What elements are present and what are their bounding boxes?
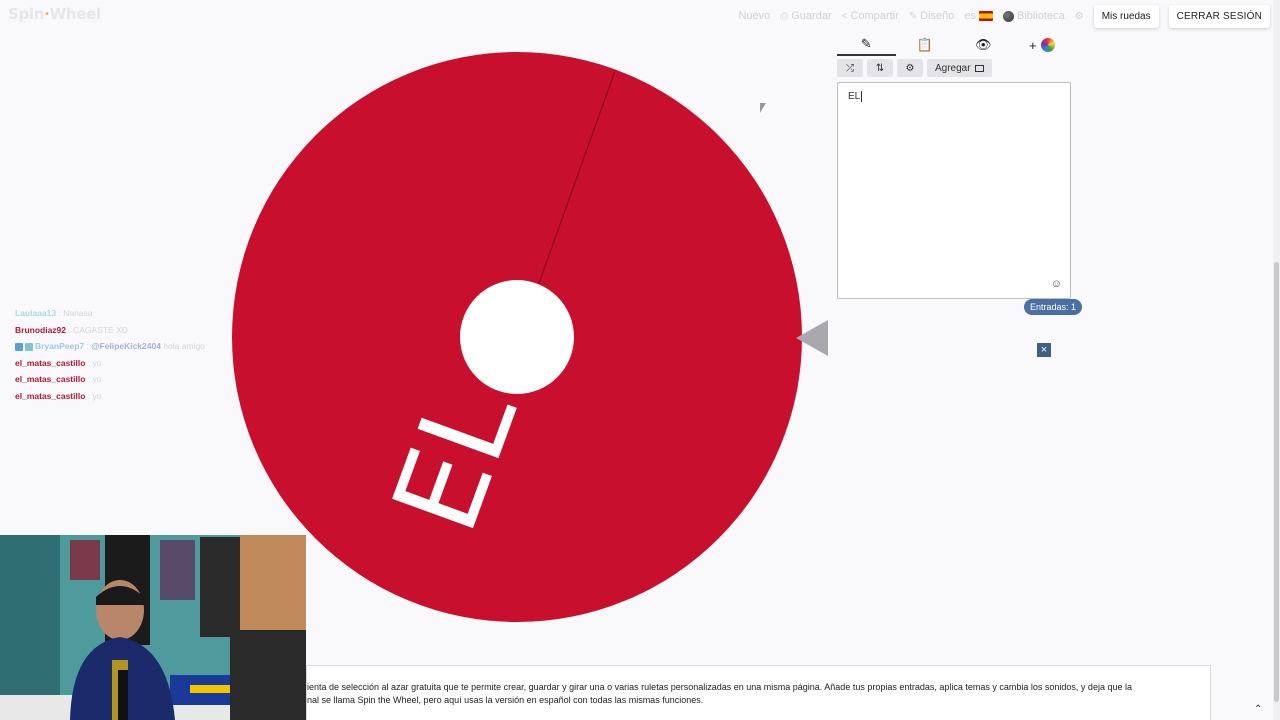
- agregar-button[interactable]: Agregar: [927, 59, 992, 77]
- webcam-scene: [0, 535, 306, 720]
- cerrar-sesion-button[interactable]: CERRAR SESIÓN: [1168, 4, 1270, 28]
- chat-sep: :: [85, 390, 93, 401]
- chat-line: BryanPeep7 : @FelipeKick2404 hola amigo: [15, 338, 205, 355]
- settings-button[interactable]: ⚙: [1075, 11, 1084, 22]
- description-text: ienta de selección al azar gratuita que …: [307, 681, 1187, 707]
- pencil-icon: ✎: [860, 36, 872, 51]
- chat-user: el_matas_castillo: [15, 390, 86, 401]
- eye-slash-icon: 👁: [974, 37, 992, 52]
- app-logo[interactable]: Spin·Wheel: [8, 5, 101, 23]
- panel-tabs: ✎ 📋 👁 +: [837, 34, 1071, 56]
- diseno-button[interactable]: ✎ Diseño: [909, 10, 955, 22]
- chat-badge-icon: [15, 342, 23, 351]
- chat-message: hola amigo: [160, 341, 205, 351]
- biblioteca-label: Biblioteca: [1017, 10, 1065, 22]
- emoji-icon[interactable]: ☺: [1051, 278, 1062, 290]
- chevron-up-icon[interactable]: ⌃: [1254, 704, 1262, 715]
- description-box: ienta de selección al azar gratuita que …: [306, 665, 1211, 720]
- wheel-center-hub[interactable]: [460, 280, 574, 394]
- entries-panel: ✎ 📋 👁 + ⤮ ⇅ ⚙ Agregar EL ☺: [837, 34, 1071, 299]
- description-line-1: ienta de selección al azar gratuita que …: [307, 682, 1132, 692]
- clipboard-icon: 📋: [916, 37, 933, 52]
- chat-user: el_matas_castillo: [15, 357, 86, 368]
- agregar-label: Agregar: [935, 62, 971, 74]
- chat-message: yo: [92, 374, 102, 384]
- page-scrollbar[interactable]: [1273, 0, 1280, 720]
- chat-line: el_matas_castillo : yo: [15, 371, 205, 388]
- share-icon: <: [841, 10, 848, 22]
- tab-hide[interactable]: 👁: [954, 34, 1013, 56]
- options-button[interactable]: ⚙: [897, 59, 923, 77]
- gear-icon: ⚙: [1074, 10, 1084, 22]
- spain-flag-icon: [979, 11, 994, 21]
- guardar-button[interactable]: ⎙ Guardar: [780, 10, 831, 22]
- nuevo-button[interactable]: Nuevo: [738, 10, 770, 22]
- tab-add-color[interactable]: +: [1013, 34, 1072, 56]
- sort-button[interactable]: ⇅: [867, 59, 893, 77]
- image-icon: [974, 64, 984, 72]
- stream-chat-overlay: Laulaaa13 : Nanasa Brunodiaz92 : CAGASTE…: [15, 305, 205, 404]
- mis-ruedas-button[interactable]: Mis ruedas: [1093, 4, 1159, 28]
- language-selector[interactable]: es: [964, 10, 994, 22]
- entries-textarea[interactable]: EL ☺: [837, 82, 1071, 299]
- chat-badge-icon: [25, 342, 33, 351]
- chat-sep: :: [85, 374, 93, 384]
- entries-count-badge: Entradas: 1: [1024, 299, 1083, 315]
- description-line-2: nal se llama Spin the Wheel, pero aquí u…: [307, 695, 704, 705]
- chat-sep: :: [85, 357, 93, 368]
- chat-line: Brunodiaz92 : CAGASTE XD: [15, 322, 205, 339]
- gear-icon: ⚙: [905, 62, 915, 74]
- scrollbar-thumb[interactable]: [1274, 262, 1279, 702]
- color-wheel-icon: [1040, 38, 1055, 52]
- compartir-button[interactable]: < Compartir: [842, 10, 899, 22]
- top-nav: Nuevo ⎙ Guardar < Compartir ✎ Diseño es …: [738, 0, 1280, 32]
- tab-entries[interactable]: ✎: [837, 34, 896, 56]
- entries-value: EL: [848, 91, 861, 103]
- chat-line: el_matas_castillo : yo: [15, 355, 205, 372]
- tab-results[interactable]: 📋: [896, 34, 955, 56]
- chat-line: Laulaaa13 : Nanasa: [15, 305, 205, 322]
- diseno-label: Diseño: [920, 10, 955, 22]
- chat-mention: @FelipeKick2404: [91, 341, 161, 351]
- wheel-pointer: [796, 320, 828, 356]
- text-caret: [861, 91, 863, 102]
- shuffle-button[interactable]: ⤮: [837, 59, 863, 77]
- logo-text-wheel: Wheel: [49, 5, 102, 23]
- plus-icon: +: [1028, 37, 1037, 53]
- sort-icon: ⇅: [875, 62, 885, 74]
- chat-message: yo: [92, 357, 102, 368]
- spin-wheel[interactable]: EL: [231, 51, 803, 623]
- entries-text: EL: [848, 91, 863, 103]
- chat-user: BryanPeep7: [35, 341, 85, 351]
- nuevo-label: Nuevo: [738, 10, 771, 22]
- biblioteca-button[interactable]: Biblioteca: [1003, 10, 1065, 22]
- chat-line: el_matas_castillo : yo: [15, 388, 205, 405]
- globe-icon: [1003, 10, 1015, 22]
- panel-toolbar: ⤮ ⇅ ⚙ Agregar: [837, 59, 1071, 77]
- guardar-label: Guardar: [791, 10, 832, 22]
- close-icon[interactable]: ×: [1037, 343, 1051, 357]
- shuffle-icon: ⤮: [846, 62, 854, 74]
- chat-user: Laulaaa13: [15, 308, 57, 318]
- brush-icon: ✎: [908, 10, 918, 22]
- save-icon: ⎙: [780, 10, 789, 22]
- logo-text-spin: Spin: [8, 5, 45, 23]
- webcam-overlay: [0, 535, 306, 720]
- chat-message: CAGASTE XD: [73, 324, 128, 335]
- chat-user: el_matas_castillo: [15, 374, 86, 384]
- chat-user: Brunodiaz92: [15, 324, 67, 335]
- chat-message: Nanasa: [63, 308, 93, 318]
- wheel-svg: EL: [232, 52, 802, 622]
- mouse-cursor-icon: [760, 103, 766, 113]
- compartir-label: Compartir: [850, 10, 899, 22]
- language-label: es: [964, 10, 977, 22]
- chat-message: yo: [92, 390, 102, 401]
